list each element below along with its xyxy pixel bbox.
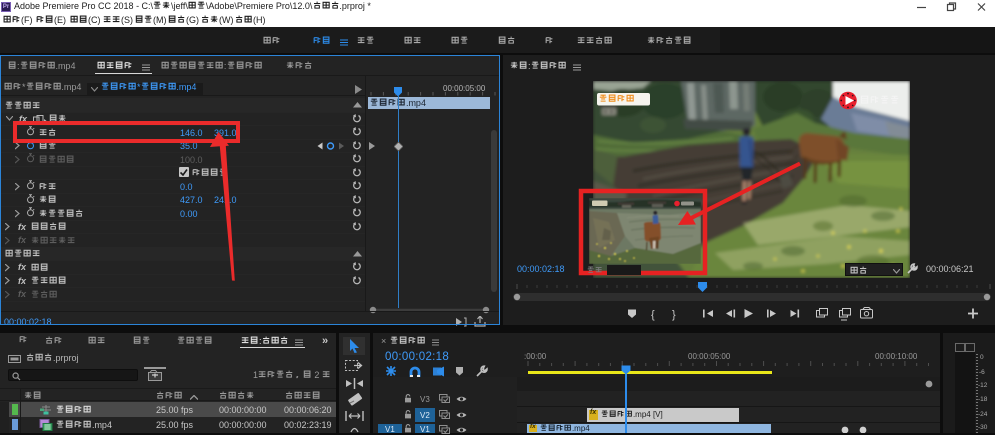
svg-text:{: { bbox=[651, 309, 655, 321]
svg-text:}: } bbox=[672, 309, 676, 321]
